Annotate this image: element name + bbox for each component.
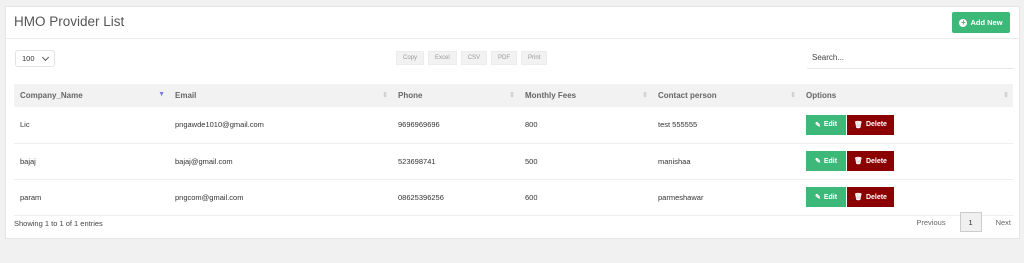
trash-icon: 🗑 <box>854 158 863 165</box>
print-button[interactable]: Print <box>521 51 548 65</box>
cell-options: ✎ Edit 🗑 Delete <box>800 179 1013 215</box>
cell-company: bajaj <box>20 156 36 166</box>
csv-button[interactable]: CSV <box>460 51 488 65</box>
column-options[interactable]: Options ⇕ <box>800 84 1013 107</box>
pagination: Previous 1 Next <box>916 212 1011 232</box>
cell-phone: 08625396256 <box>398 192 444 202</box>
cell-options: ✎ Edit 🗑 Delete <box>800 143 1013 179</box>
next-button[interactable]: Next <box>996 218 1011 227</box>
table-info: Showing 1 to 1 of 1 entries <box>14 219 103 228</box>
sort-icon: ⇕ <box>790 92 796 99</box>
cell-options: ✎ Edit 🗑 Delete <box>800 107 1013 143</box>
add-new-button[interactable]: + Add New <box>952 12 1010 33</box>
table-header-row: Company_Name ▼ Email ⇕ Phone ⇕ Monthly Fees… <box>14 84 1013 107</box>
page-title: HMO Provider List <box>14 14 125 29</box>
trash-icon: 🗑 <box>854 194 863 201</box>
sort-icon: ⇕ <box>382 92 388 99</box>
cell-fees: 800 <box>525 120 538 130</box>
edit-icon: ✎ <box>814 121 821 129</box>
delete-button[interactable]: 🗑 Delete <box>847 187 894 207</box>
page-length-select[interactable]: 100 <box>15 50 55 67</box>
card-header: HMO Provider List + Add New <box>6 7 1019 39</box>
provider-table: Company_Name ▼ Email ⇕ Phone ⇕ Monthly Fees… <box>14 84 1013 216</box>
column-contact-person[interactable]: Contact person ⇕ <box>652 84 800 107</box>
edit-button[interactable]: ✎ Edit <box>806 187 846 207</box>
trash-icon: 🗑 <box>854 121 863 129</box>
cell-contact: test 555555 <box>658 120 698 130</box>
page-length-value: 100 <box>22 54 35 63</box>
add-new-label: Add New <box>970 18 1003 27</box>
plus-circle-icon: + <box>959 17 968 27</box>
cell-company: param <box>20 192 42 202</box>
chevron-down-icon <box>41 53 49 61</box>
cell-phone: 9696969696 <box>398 120 440 130</box>
column-email[interactable]: Email ⇕ <box>169 84 392 107</box>
cell-fees: 500 <box>525 156 538 166</box>
cell-email: pngawde1010@gmail.com <box>175 120 264 130</box>
cell-email: pngcom@gmail.com <box>175 192 244 202</box>
sort-icon: ⇕ <box>509 92 515 99</box>
edit-icon: ✎ <box>814 158 821 165</box>
provider-list-card: HMO Provider List + Add New 100 Copy Exc… <box>5 6 1020 239</box>
excel-button[interactable]: Excel <box>428 51 457 65</box>
cell-contact: parmeshawar <box>658 192 704 202</box>
table-row: Lic pngawde1010@gmail.com 9696969696 800… <box>14 107 1013 143</box>
cell-phone: 523698741 <box>398 156 436 166</box>
column-phone[interactable]: Phone ⇕ <box>392 84 519 107</box>
sort-desc-icon: ▼ <box>158 91 165 98</box>
table-row: bajaj bajaj@gmail.com 523698741 500 mani… <box>14 143 1013 179</box>
pdf-button[interactable]: PDF <box>491 51 518 65</box>
edit-button[interactable]: ✎ Edit <box>806 114 846 135</box>
delete-button[interactable]: 🗑 Delete <box>847 114 894 135</box>
cell-contact: manishaa <box>658 156 691 166</box>
cell-fees: 600 <box>525 192 538 202</box>
edit-button[interactable]: ✎ Edit <box>806 151 846 171</box>
previous-button[interactable]: Previous <box>916 218 945 227</box>
export-buttons: Copy Excel CSV PDF Print <box>396 51 548 65</box>
column-company-name[interactable]: Company_Name ▼ <box>14 84 169 107</box>
copy-button[interactable]: Copy <box>396 51 425 65</box>
cell-company: Lic <box>20 120 30 130</box>
delete-button[interactable]: 🗑 Delete <box>847 151 894 171</box>
column-monthly-fees[interactable]: Monthly Fees ⇕ <box>519 84 652 107</box>
sort-icon: ⇕ <box>1003 92 1009 99</box>
search-input[interactable] <box>807 47 1014 69</box>
sort-icon: ⇕ <box>642 92 648 99</box>
table-row: param pngcom@gmail.com 08625396256 600 p… <box>14 179 1013 215</box>
page-1-button[interactable]: 1 <box>959 212 982 232</box>
cell-email: bajaj@gmail.com <box>175 156 233 166</box>
edit-icon: ✎ <box>814 194 821 201</box>
